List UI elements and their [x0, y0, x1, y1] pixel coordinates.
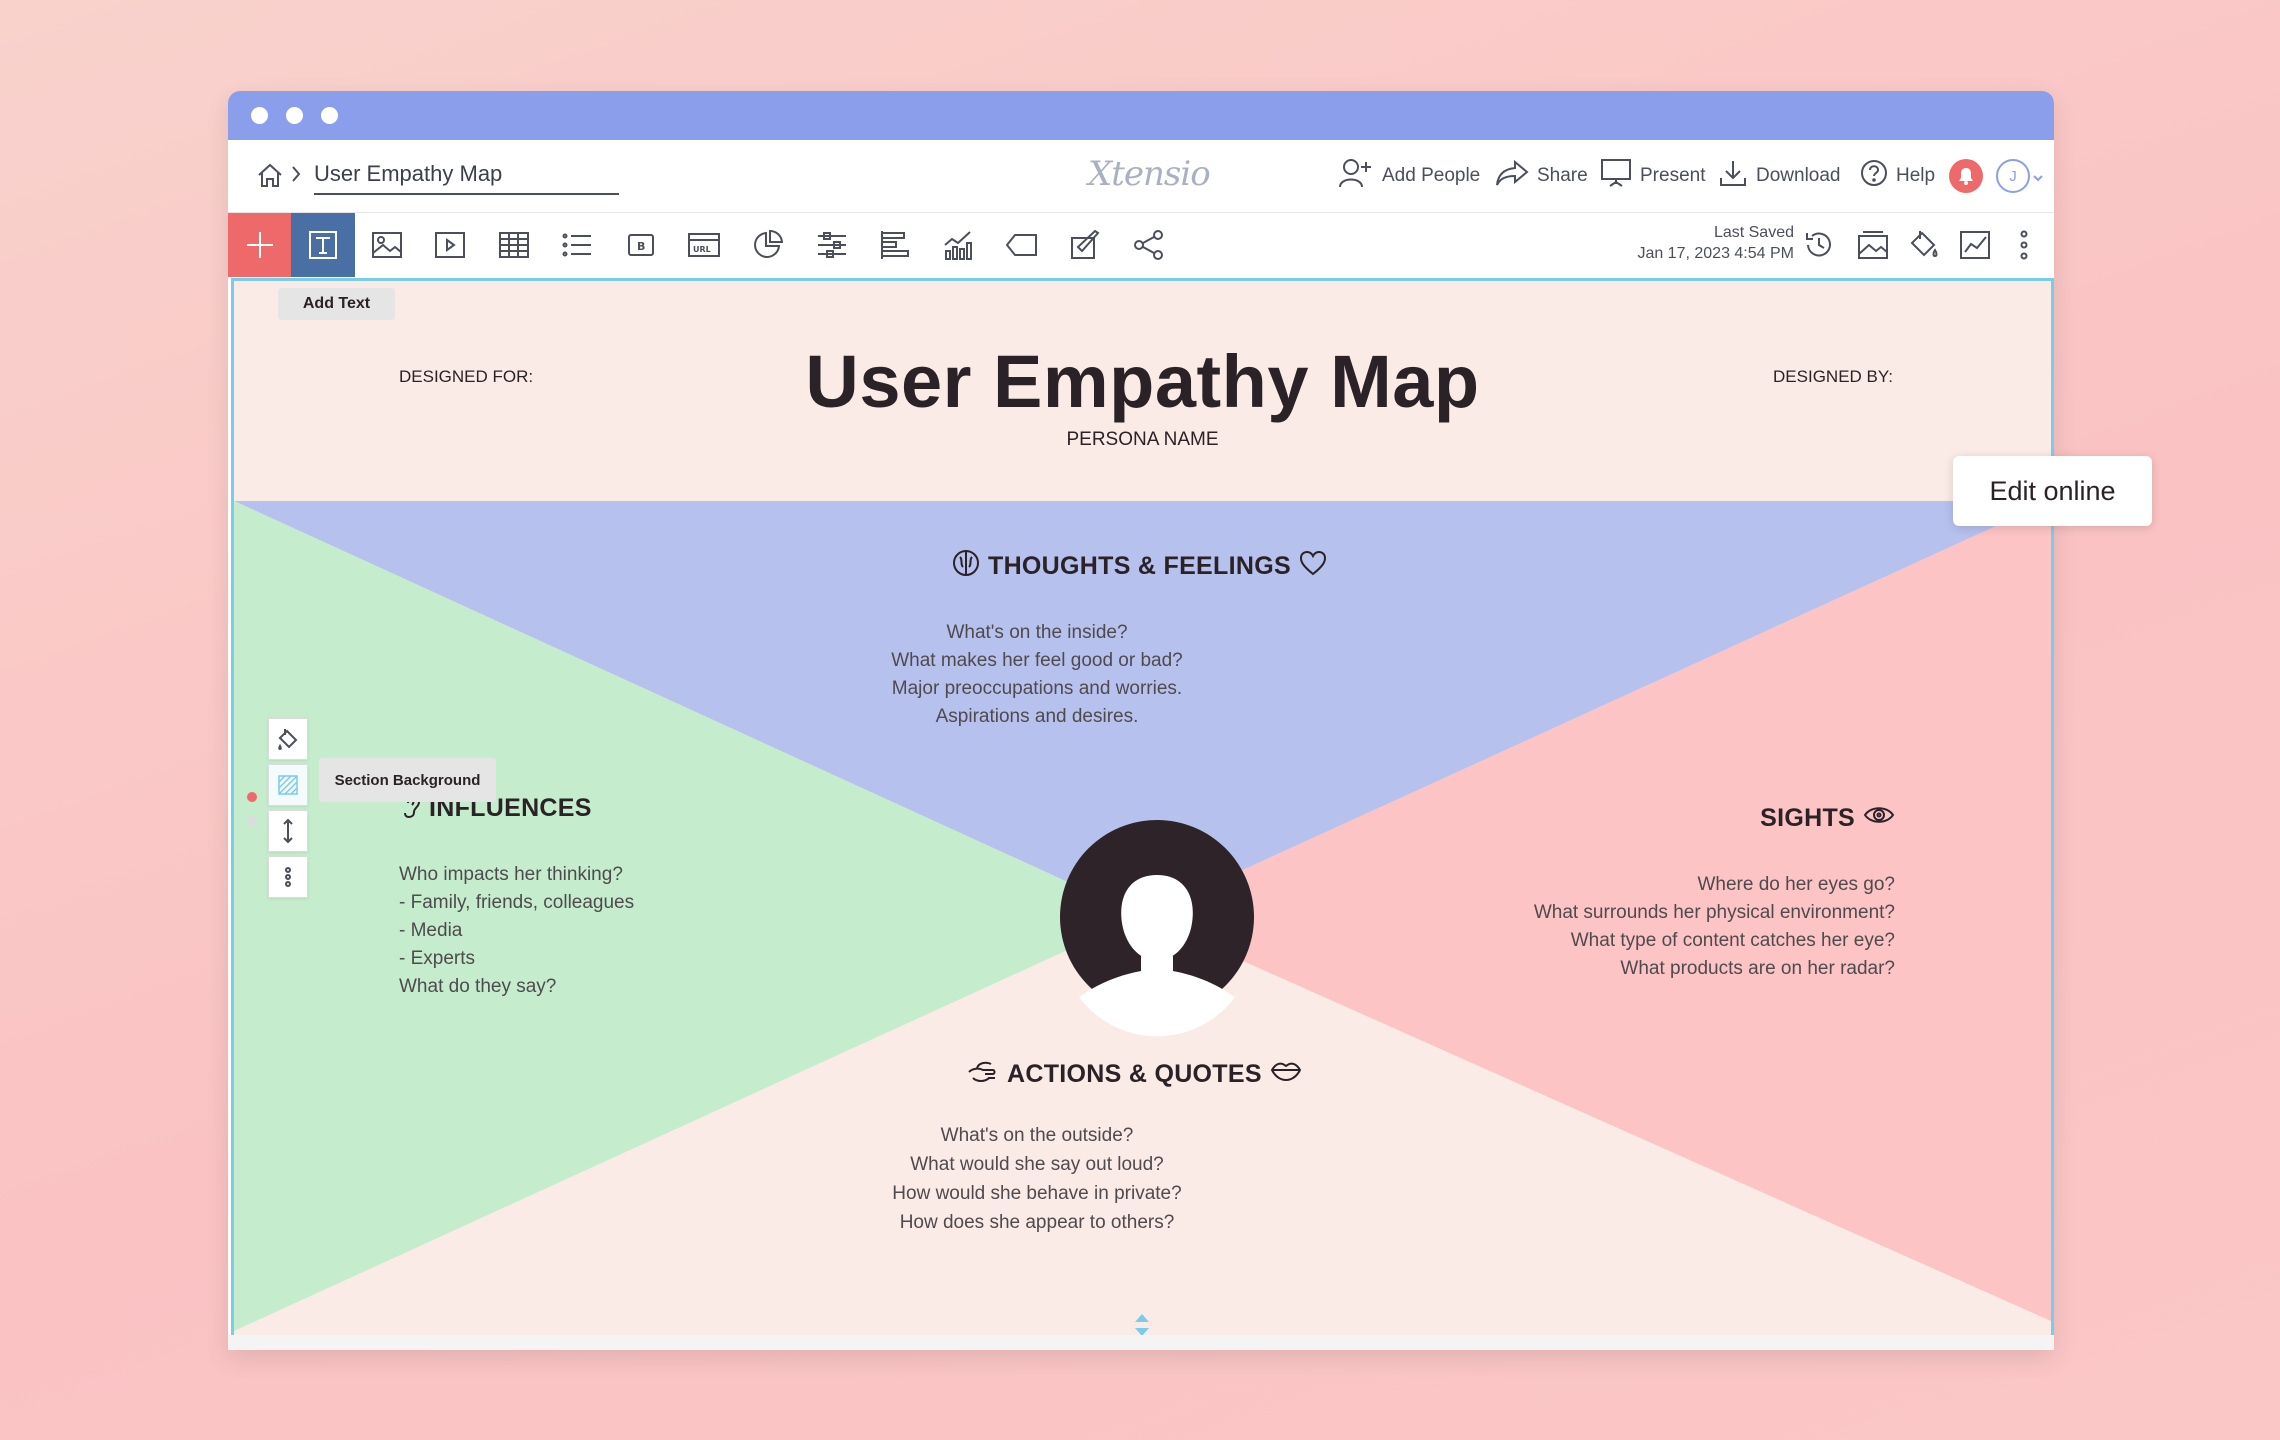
add-person-icon	[1338, 157, 1374, 195]
paint-bucket-icon[interactable]	[268, 718, 308, 760]
document-title-input[interactable]: User Empathy Map	[314, 161, 619, 195]
present-icon	[1600, 158, 1632, 194]
text-icon[interactable]	[291, 213, 355, 277]
notification-bell-icon[interactable]	[1949, 159, 1983, 193]
line-chart-icon[interactable]	[928, 213, 988, 277]
actions-quotes-text[interactable]: What's on the outside? What would she sa…	[862, 1121, 1212, 1237]
brain-icon	[952, 549, 980, 584]
window-dot[interactable]	[321, 107, 338, 124]
lips-icon	[1270, 1060, 1302, 1089]
persona-name[interactable]: PERSONA NAME	[234, 429, 2051, 451]
share-button[interactable]: Share	[1495, 140, 1588, 212]
add-text-tooltip: Add Text	[278, 288, 395, 320]
section-background-icon[interactable]	[268, 764, 308, 806]
empathy-map-canvas[interactable]: Add Text DESIGNED FOR: DESIGNED BY: User…	[231, 278, 2054, 1338]
sights-heading[interactable]: SIGHTS	[1760, 804, 1895, 833]
svg-text:URL: URL	[693, 245, 711, 254]
history-icon[interactable]	[1789, 213, 1849, 277]
svg-text:B: B	[637, 240, 645, 253]
map-title[interactable]: User Empathy Map	[234, 339, 2051, 424]
edit-online-button[interactable]: Edit online	[1953, 456, 2152, 526]
add-people-button[interactable]: Add People	[1338, 140, 1480, 212]
help-button[interactable]: Help	[1860, 140, 1935, 212]
sliders-icon[interactable]	[802, 213, 862, 277]
xtensio-logo: Xtensio	[1088, 154, 1211, 194]
canvas-bottom-strip	[228, 1335, 2054, 1350]
app-window: User Empathy Map Xtensio Add People Shar…	[228, 91, 2054, 1350]
add-icon[interactable]	[228, 213, 291, 277]
heart-icon	[1299, 550, 1327, 583]
window-titlebar	[228, 91, 2054, 140]
section-background-tooltip: Section Background	[319, 758, 496, 802]
download-icon	[1718, 158, 1748, 194]
last-saved-info: Last Saved Jan 17, 2023 4:54 PM	[1637, 224, 1794, 262]
sights-text[interactable]: Where do her eyes go? What surrounds her…	[1534, 871, 1895, 983]
actions-quotes-heading[interactable]: ACTIONS & QUOTES	[967, 1058, 1302, 1091]
editor-toolbar: B URL Last Saved Jan 17, 2023 4:54 PM	[228, 212, 2054, 277]
list-icon[interactable]	[547, 213, 607, 277]
eye-icon	[1863, 804, 1895, 833]
section-indicator[interactable]	[247, 816, 257, 826]
image-icon[interactable]	[357, 213, 417, 277]
chevron-down-icon[interactable]	[2032, 170, 2044, 188]
resize-height-icon[interactable]	[268, 810, 308, 852]
home-icon[interactable]	[256, 162, 284, 193]
influences-text[interactable]: Who impacts her thinking? - Family, frie…	[399, 861, 634, 1001]
section-indicator-active[interactable]	[247, 792, 257, 802]
help-icon	[1860, 159, 1888, 193]
table-icon[interactable]	[484, 213, 544, 277]
social-icon[interactable]	[1119, 213, 1179, 277]
present-button[interactable]: Present	[1600, 140, 1705, 212]
url-icon[interactable]: URL	[674, 213, 734, 277]
window-dot[interactable]	[286, 107, 303, 124]
bar-chart-icon[interactable]	[865, 213, 925, 277]
thoughts-feelings-heading[interactable]: THOUGHTS & FEELINGS	[952, 549, 1327, 584]
thoughts-feelings-text[interactable]: What's on the inside? What makes her fee…	[862, 619, 1212, 731]
user-avatar[interactable]: J	[1996, 159, 2030, 193]
pie-chart-icon[interactable]	[738, 213, 798, 277]
more-icon[interactable]	[1994, 213, 2054, 277]
video-icon[interactable]	[420, 213, 480, 277]
chevron-right-icon	[290, 165, 302, 188]
tag-icon[interactable]	[992, 213, 1052, 277]
hand-icon	[967, 1058, 999, 1091]
share-icon	[1495, 159, 1529, 193]
app-header: User Empathy Map Xtensio Add People Shar…	[228, 140, 2054, 212]
download-button[interactable]: Download	[1718, 140, 1841, 212]
button-icon[interactable]: B	[611, 213, 671, 277]
edit-icon[interactable]	[1055, 213, 1115, 277]
more-options-icon[interactable]	[268, 856, 308, 898]
window-dot[interactable]	[251, 107, 268, 124]
